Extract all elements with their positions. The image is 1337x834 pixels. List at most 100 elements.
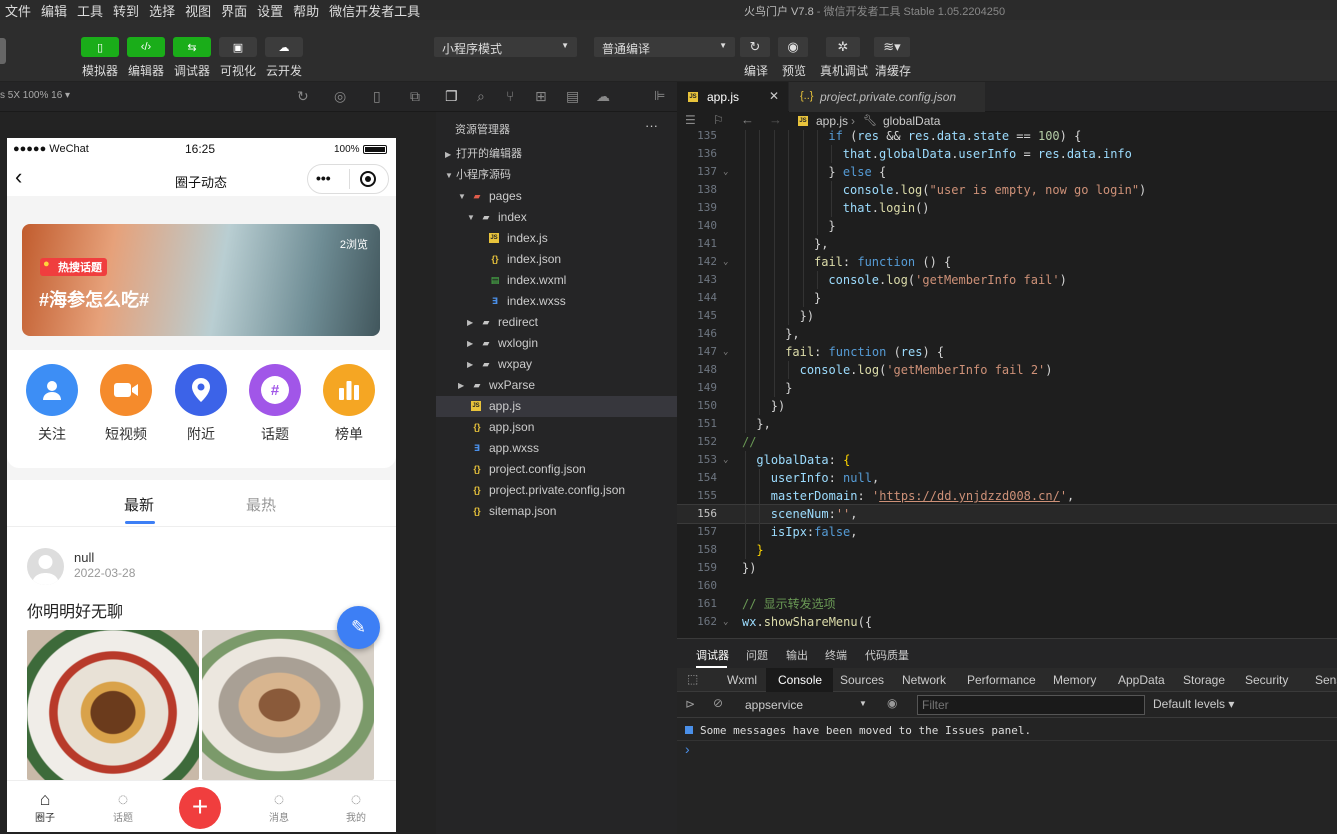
fold-toggle-icon[interactable]: ⌄: [723, 451, 728, 469]
post-username[interactable]: null: [74, 550, 94, 565]
compile-button[interactable]: ↻: [740, 37, 770, 57]
list-icon[interactable]: ☰: [685, 113, 696, 127]
category-short-video[interactable]: 短视频: [98, 364, 154, 444]
tree-item[interactable]: {} app.json: [436, 417, 677, 438]
panel-network[interactable]: Network: [902, 673, 946, 687]
cloud-dev-button[interactable]: ☁: [265, 37, 303, 57]
category-nearby[interactable]: 附近: [173, 364, 229, 444]
more-icon[interactable]: •••: [316, 170, 331, 186]
tree-item[interactable]: ▶ ▰ wxParse: [436, 375, 677, 396]
fold-toggle-icon[interactable]: ⌄: [723, 253, 728, 271]
code-line[interactable]: 148 console.log('getMemberInfo fail 2'): [677, 361, 1337, 379]
publish-button[interactable]: +: [179, 787, 221, 829]
search-icon[interactable]: ⌕: [477, 88, 485, 105]
tab-topics[interactable]: ◌ 话题: [103, 789, 143, 824]
editor-toggle-button[interactable]: ‹/›: [127, 37, 165, 57]
eye-icon[interactable]: ◉: [887, 696, 897, 710]
tab-code-quality[interactable]: 代码质量: [865, 647, 909, 663]
tree-item[interactable]: ▼ ▰ index: [436, 207, 677, 228]
preview-button[interactable]: ◉: [778, 37, 808, 57]
tree-item[interactable]: JS index.js: [436, 228, 677, 249]
tab-latest[interactable]: 最新: [124, 494, 154, 515]
avatar[interactable]: [0, 38, 6, 64]
code-line[interactable]: 153 ⌄ globalData: {: [677, 451, 1337, 469]
debugger-toggle-button[interactable]: ⇆: [173, 37, 211, 57]
tab-app-js[interactable]: JS app.js ✕: [677, 82, 788, 112]
compile-mode-select[interactable]: 普通编译 ▼: [594, 37, 735, 57]
section-open-editors[interactable]: ▶ 打开的编辑器: [436, 144, 677, 165]
menu-item-ui[interactable]: 界面: [216, 1, 252, 20]
panel-sources[interactable]: Sources: [840, 673, 884, 687]
code-line[interactable]: 157 isIpx:false,: [677, 523, 1337, 541]
tab-hottest[interactable]: 最热: [246, 494, 276, 515]
menu-item-file[interactable]: 文件: [0, 1, 36, 20]
fold-toggle-icon[interactable]: ⌄: [723, 613, 728, 631]
fold-toggle-icon[interactable]: ⌄: [723, 163, 728, 181]
cloud-icon[interactable]: ☁: [596, 88, 610, 105]
code-line[interactable]: 135 if (res && res.data.state == 100) {: [677, 130, 1337, 145]
context-select[interactable]: appservice ▼: [737, 696, 873, 714]
menu-item-edit[interactable]: 编辑: [36, 1, 72, 20]
chevron-down-icon[interactable]: ▼: [458, 186, 466, 207]
tree-item[interactable]: ▶ ▰ wxpay: [436, 354, 677, 375]
code-line[interactable]: 145}): [677, 307, 1337, 325]
avatar[interactable]: [27, 548, 64, 585]
layout-icon[interactable]: ▤: [566, 88, 579, 105]
post-image[interactable]: [202, 630, 374, 780]
back-arrow-icon[interactable]: ←: [741, 112, 754, 127]
post-image[interactable]: [27, 630, 199, 780]
close-icon[interactable]: ✕: [769, 89, 779, 103]
inspect-icon[interactable]: ⬚: [687, 672, 698, 686]
console-filter-input[interactable]: [917, 695, 1145, 715]
code-editor[interactable]: 135 if (res && res.data.state == 100) { 13…: [677, 130, 1337, 638]
tree-item[interactable]: JS app.js: [436, 396, 677, 417]
tab-issues[interactable]: 问题: [746, 647, 768, 663]
device-select[interactable]: s 5X 100% 16 ▾: [0, 90, 70, 101]
sidebar-toggle-icon[interactable]: ⊳: [685, 697, 695, 711]
chevron-down-icon[interactable]: ▼: [467, 207, 475, 228]
code-line[interactable]: 155 masterDomain: 'https://dd.ynjdzzd008.…: [677, 487, 1337, 505]
panel-appdata[interactable]: AppData: [1118, 673, 1165, 687]
panel-wxml[interactable]: Wxml: [727, 673, 757, 687]
tree-item[interactable]: ▶ ▰ wxlogin: [436, 333, 677, 354]
panel-security[interactable]: Security: [1245, 673, 1288, 687]
phone-icon[interactable]: ▯: [373, 88, 381, 105]
console-prompt[interactable]: ›: [685, 741, 690, 757]
tab-output[interactable]: 输出: [786, 647, 808, 663]
code-line[interactable]: 162 ⌄ wx.showShareMenu({: [677, 613, 1337, 631]
tree-item[interactable]: {} sitemap.json: [436, 501, 677, 522]
code-line[interactable]: 146},: [677, 325, 1337, 343]
code-line[interactable]: 160: [677, 577, 1337, 595]
code-line[interactable]: 143 console.log('getMemberInfo fail'): [677, 271, 1337, 289]
refresh-icon[interactable]: ↻: [297, 88, 309, 105]
code-line[interactable]: 154 userInfo: null,: [677, 469, 1337, 487]
menu-item-goto[interactable]: 转到: [108, 1, 144, 20]
panel-storage[interactable]: Storage: [1183, 673, 1225, 687]
remote-debug-button[interactable]: ✲: [826, 37, 860, 57]
tree-item[interactable]: {} project.private.config.json: [436, 480, 677, 501]
code-line[interactable]: 140}: [677, 217, 1337, 235]
tab-project-private-config[interactable]: {..} project.private.config.json: [789, 82, 985, 112]
stop-icon[interactable]: ◎: [334, 88, 346, 105]
code-line[interactable]: 152 //: [677, 433, 1337, 451]
code-line[interactable]: 149}: [677, 379, 1337, 397]
back-icon[interactable]: ‹: [15, 164, 22, 190]
tree-item[interactable]: ∃ index.wxss: [436, 291, 677, 312]
code-line[interactable]: 137 ⌄} else {: [677, 163, 1337, 181]
breadcrumb-file[interactable]: app.js: [816, 114, 848, 128]
code-line[interactable]: 144}: [677, 289, 1337, 307]
panel-sensors[interactable]: Sens: [1315, 673, 1337, 687]
tree-item[interactable]: ∃ app.wxss: [436, 438, 677, 459]
code-line[interactable]: 139 that.login(): [677, 199, 1337, 217]
clear-console-icon[interactable]: ⊘: [713, 696, 723, 710]
chevron-right-icon[interactable]: ▶: [467, 354, 473, 375]
breadcrumb-symbol[interactable]: globalData: [883, 114, 940, 128]
code-line[interactable]: 151},: [677, 415, 1337, 433]
menu-item-tools[interactable]: 工具: [72, 1, 108, 20]
category-follow[interactable]: 关注: [24, 364, 80, 444]
compose-button[interactable]: ✎: [337, 606, 380, 649]
code-line[interactable]: 147 ⌄ fail: function (res) {: [677, 343, 1337, 361]
tab-debugger[interactable]: 调试器: [696, 647, 729, 663]
chevron-right-icon[interactable]: ▶: [467, 333, 473, 354]
source-control-icon[interactable]: ⑂: [506, 88, 514, 104]
